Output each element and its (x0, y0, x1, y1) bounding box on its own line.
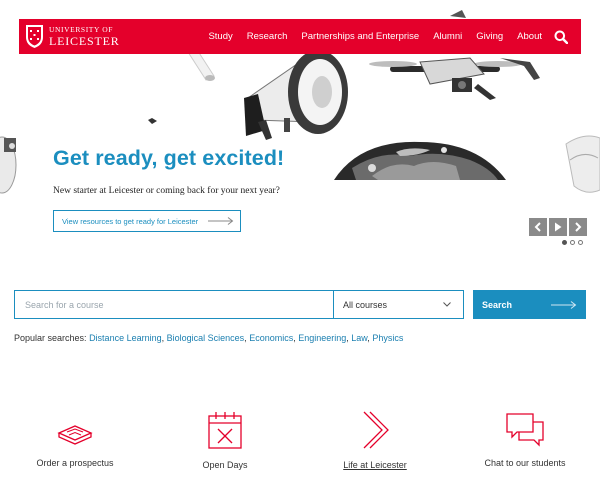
course-type-select[interactable]: All courses (333, 291, 463, 318)
cta-label: View resources to get ready for Leiceste… (62, 216, 199, 226)
logo-line-2: LEICESTER (49, 33, 120, 48)
megaphone-illustration (244, 50, 348, 140)
carousel-controls (529, 218, 587, 236)
course-search-form: All courses (14, 290, 464, 319)
arrow-right-icon (551, 300, 577, 309)
bird-illustration (148, 118, 157, 124)
course-search-input[interactable] (15, 291, 333, 318)
quick-link-open-days[interactable]: Open Days (165, 412, 285, 470)
crest-icon (26, 25, 43, 48)
calendar-icon (208, 412, 242, 449)
carousel-pagination (562, 240, 583, 245)
chevron-right-icon (363, 411, 389, 449)
carousel-dot-1[interactable] (562, 240, 567, 245)
carousel-dot-2[interactable] (570, 240, 575, 245)
arrow-right-icon (208, 217, 234, 225)
quick-link-life-at-leicester[interactable]: Life at Leicester (315, 411, 435, 470)
left-device-illustration (0, 136, 17, 194)
nav-item-research[interactable]: Research (247, 31, 288, 42)
hero-title: Get ready, get excited! (53, 146, 285, 170)
prospectus-book-icon (57, 425, 93, 445)
popular-link-biological-sciences[interactable]: Biological Sciences (167, 333, 245, 343)
logo-line-1: UNIVERSITY OF (49, 25, 113, 35)
carousel-prev-button[interactable] (529, 218, 547, 236)
quick-link-chat[interactable]: Chat to our students (465, 413, 585, 468)
nav-item-study[interactable]: Study (208, 31, 232, 42)
get-ready-resources-button[interactable]: View resources to get ready for Leiceste… (53, 210, 241, 232)
popular-link-economics[interactable]: Economics (249, 333, 293, 343)
nav-item-giving[interactable]: Giving (476, 31, 503, 42)
logo-wordmark: UNIVERSITY OF LEICESTER (49, 26, 120, 47)
globe-illustration (334, 141, 506, 180)
course-type-selected: All courses (343, 299, 388, 310)
play-icon (555, 222, 562, 232)
quick-link-label: Life at Leicester (343, 460, 407, 470)
top-navigation-bar: UNIVERSITY OF LEICESTER Study Research P… (19, 19, 581, 54)
nav-item-partnerships[interactable]: Partnerships and Enterprise (301, 31, 419, 42)
popular-searches-label: Popular searches: (14, 333, 87, 343)
quick-link-label: Order a prospectus (36, 458, 114, 468)
chevron-right-icon (575, 222, 582, 232)
carousel-next-button[interactable] (569, 218, 587, 236)
chevron-left-icon (534, 222, 541, 232)
popular-searches: Popular searches: Distance Learning, Bio… (14, 333, 404, 343)
popular-link-distance-learning[interactable]: Distance Learning (89, 333, 162, 343)
popular-link-physics[interactable]: Physics (372, 333, 403, 343)
nav-item-about[interactable]: About (517, 31, 542, 42)
carousel-dot-3[interactable] (578, 240, 583, 245)
nav-item-alumni[interactable]: Alumni (433, 31, 462, 42)
university-logo[interactable]: UNIVERSITY OF LEICESTER (25, 19, 120, 54)
carousel-play-button[interactable] (549, 218, 567, 236)
right-object-illustration (565, 135, 600, 193)
popular-link-law[interactable]: Law (351, 333, 367, 343)
popular-link-engineering[interactable]: Engineering (298, 333, 346, 343)
chevron-down-icon (443, 302, 451, 307)
quick-link-label: Open Days (202, 460, 248, 470)
quick-link-label: Chat to our students (484, 458, 566, 468)
search-button-label: Search (482, 299, 513, 310)
chat-bubbles-icon (506, 413, 544, 447)
search-icon[interactable] (554, 30, 568, 44)
course-search-button[interactable]: Search (473, 290, 586, 319)
quick-link-prospectus[interactable]: Order a prospectus (15, 418, 135, 468)
hero-subtitle: New starter at Leicester or coming back … (53, 186, 280, 196)
main-menu: Study Research Partnerships and Enterpri… (194, 19, 581, 54)
